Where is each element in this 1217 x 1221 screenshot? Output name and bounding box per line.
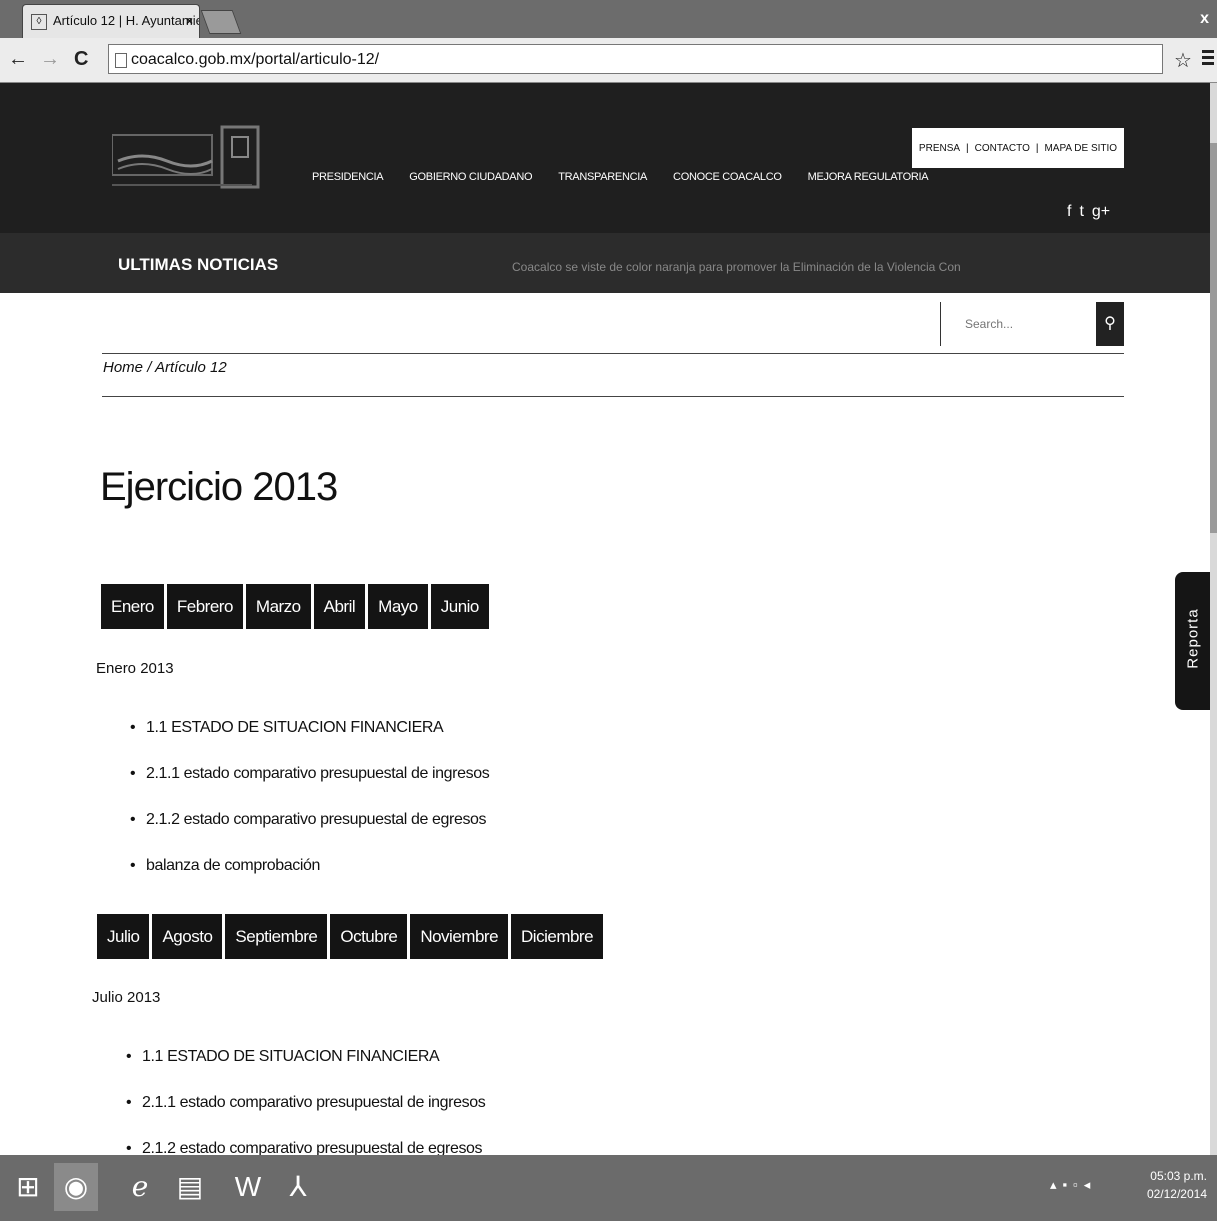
top-navigation: PRENSA | CONTACTO | MAPA DE SITIO — [912, 128, 1124, 168]
list-item[interactable]: 1.1 ESTADO DE SITUACION FINANCIERA — [126, 1045, 485, 1091]
tab-agosto[interactable]: Agosto — [152, 914, 223, 959]
twitter-icon[interactable]: t — [1079, 203, 1083, 221]
internet-explorer-icon[interactable]: ℯ — [118, 1163, 162, 1211]
word-icon[interactable]: W — [226, 1163, 270, 1211]
scrollbar-thumb[interactable] — [1210, 143, 1217, 533]
breadcrumb-separator: / — [147, 359, 152, 376]
divider — [102, 353, 1124, 354]
tab-enero[interactable]: Enero — [101, 584, 164, 629]
main-navigation: PRESIDENCIA GOBIERNO CIUDADANO TRANSPARE… — [312, 171, 954, 183]
forward-arrow-icon[interactable]: → — [40, 48, 60, 70]
site-header: PRESIDENCIA GOBIERNO CIUDADANO TRANSPARE… — [0, 83, 1210, 293]
search-icon: ⚲ — [1104, 315, 1116, 332]
chrome-icon[interactable]: ◉ — [54, 1163, 98, 1211]
tab-title: Artículo 12 | H. Ayuntamie — [53, 13, 200, 28]
news-ticker[interactable]: Coacalco se viste de color naranja para … — [512, 260, 961, 274]
list-item[interactable]: balanza de comprobación — [130, 854, 489, 900]
browser-tab[interactable]: ◊ Artículo 12 | H. Ayuntamie × — [22, 4, 200, 38]
tab-junio[interactable]: Junio — [430, 584, 489, 629]
windows-taskbar: ⊞ ◉ ℯ ▤ W ⅄ ▴▪▫◂ 05:03 p.m. 02/12/2014 — [0, 1155, 1217, 1221]
list-item[interactable]: 1.1 ESTADO DE SITUACION FINANCIERA — [130, 716, 489, 762]
breadcrumb-home[interactable]: Home — [103, 359, 143, 376]
search-box: ⚲ — [940, 302, 1125, 346]
top-nav-prensa[interactable]: PRENSA — [913, 143, 966, 154]
page-title: Ejercicio 2013 — [100, 465, 338, 509]
url-text: coacalco.gob.mx/portal/articulo-12/ — [131, 51, 380, 68]
url-field[interactable]: coacalco.gob.mx/portal/articulo-12/ — [108, 44, 1163, 74]
divider — [102, 396, 1124, 397]
system-tray-icons[interactable]: ▴▪▫◂ — [1050, 1177, 1096, 1193]
tab-marzo[interactable]: Marzo — [245, 584, 311, 629]
page-icon — [115, 53, 127, 68]
tab-julio[interactable]: Julio — [97, 914, 150, 959]
window-close-icon[interactable]: x — [1200, 10, 1209, 28]
breadcrumb: Home / Artículo 12 — [103, 359, 227, 376]
tab-febrero[interactable]: Febrero — [166, 584, 243, 629]
social-links: f t g+ — [1067, 203, 1110, 221]
news-bar: ULTIMAS NOTICIAS Coacalco se viste de co… — [0, 233, 1210, 293]
top-nav-mapa-de-sitio[interactable]: MAPA DE SITIO — [1038, 143, 1123, 154]
nav-item-mejora-regulatoria[interactable]: MEJORA REGULATORIA — [808, 171, 929, 183]
list-item[interactable]: 2.1.2 estado comparativo presupuestal de… — [130, 808, 489, 854]
month-tabs-first-half: Enero Febrero Marzo Abril Mayo Junio — [101, 584, 489, 629]
breadcrumb-current: Artículo 12 — [154, 359, 227, 376]
month-tabs-second-half: Julio Agosto Septiembre Octubre Noviembr… — [97, 914, 604, 959]
tab-septiembre[interactable]: Septiembre — [225, 914, 328, 959]
back-arrow-icon[interactable]: ← — [8, 48, 28, 70]
reload-icon[interactable]: C — [74, 48, 88, 70]
tab-mayo[interactable]: Mayo — [368, 584, 428, 629]
search-button[interactable]: ⚲ — [1096, 302, 1124, 346]
tab-abril[interactable]: Abril — [313, 584, 366, 629]
file-explorer-icon[interactable]: ▤ — [168, 1163, 212, 1211]
tab-diciembre[interactable]: Diciembre — [511, 914, 604, 959]
document-list: 1.1 ESTADO DE SITUACION FINANCIERA 2.1.1… — [130, 716, 490, 900]
tab-noviembre[interactable]: Noviembre — [410, 914, 509, 959]
acrobat-icon[interactable]: ⅄ — [276, 1163, 320, 1211]
nav-item-presidencia[interactable]: PRESIDENCIA — [312, 171, 384, 183]
taskbar-clock[interactable]: 05:03 p.m. 02/12/2014 — [1147, 1167, 1207, 1203]
windows-start-icon[interactable]: ⊞ — [6, 1163, 50, 1211]
search-input[interactable] — [963, 316, 1087, 332]
tab-close-icon[interactable]: × — [186, 5, 193, 37]
address-bar: ← → C coacalco.gob.mx/portal/articulo-12… — [0, 38, 1217, 83]
nav-item-conoce-coacalco[interactable]: CONOCE COACALCO — [673, 171, 782, 183]
clock-date: 02/12/2014 — [1146, 1187, 1207, 1201]
tab-octubre[interactable]: Octubre — [330, 914, 408, 959]
google-plus-icon[interactable]: g+ — [1092, 203, 1110, 221]
browser-tabbar: ◊ Artículo 12 | H. Ayuntamie × x — [0, 0, 1217, 38]
list-item[interactable]: 2.1.1 estado comparativo presupuestal de… — [126, 1091, 486, 1137]
nav-item-gobierno-ciudadano[interactable]: GOBIERNO CIUDADANO — [409, 171, 532, 183]
clock-time: 05:03 p.m. — [1150, 1169, 1207, 1183]
top-nav-contacto[interactable]: CONTACTO — [969, 143, 1036, 154]
browser-menu-icon[interactable] — [1202, 50, 1214, 68]
reporta-label: Reporta — [1184, 608, 1202, 669]
bookmark-star-icon[interactable]: ☆ — [1174, 48, 1192, 73]
section-label: Enero 2013 — [96, 660, 174, 677]
page-scrollbar[interactable] — [1210, 83, 1217, 1155]
nav-item-transparencia[interactable]: TRANSPARENCIA — [558, 171, 647, 183]
reporta-button[interactable]: Reporta — [1175, 572, 1211, 710]
facebook-icon[interactable]: f — [1067, 203, 1071, 221]
coacalco-logo[interactable] — [112, 123, 262, 203]
list-item[interactable]: 2.1.1 estado comparativo presupuestal de… — [130, 762, 490, 808]
section-label: Julio 2013 — [92, 989, 161, 1006]
new-tab-button[interactable] — [200, 10, 242, 34]
site-favicon-icon: ◊ — [31, 14, 47, 30]
news-label: ULTIMAS NOTICIAS — [118, 255, 279, 274]
